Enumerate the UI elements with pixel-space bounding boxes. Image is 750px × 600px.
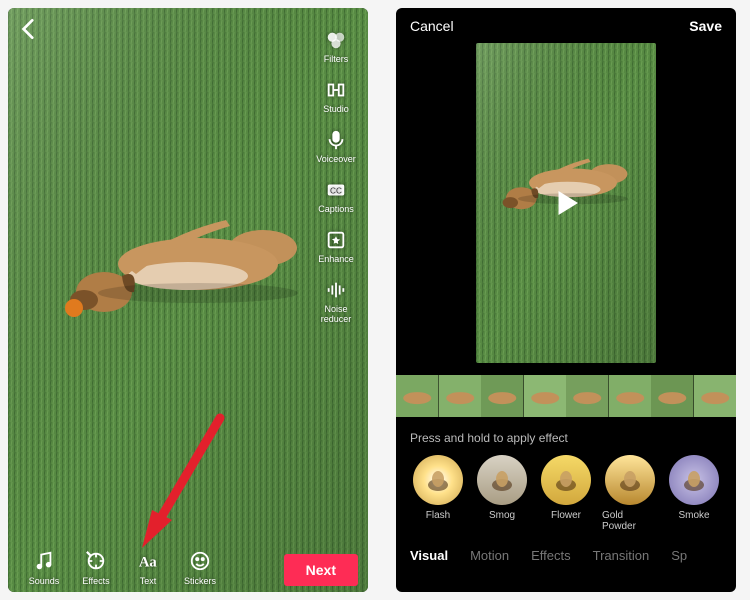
timeline-frame[interactable]: [694, 375, 737, 417]
effect-label: Gold Powder: [602, 510, 658, 532]
side-tool-label: Filters: [324, 54, 349, 64]
timeline-frame[interactable]: [524, 375, 567, 417]
effects-header: Cancel Save: [396, 8, 736, 40]
timeline-frame[interactable]: [609, 375, 652, 417]
svg-text:CC: CC: [330, 187, 342, 196]
side-tool-label: Enhance: [318, 254, 354, 264]
sounds-icon: [31, 548, 57, 574]
timeline-frame[interactable]: [481, 375, 524, 417]
video-preview-left[interactable]: Filters Studio Voiceover CC Captions Enhance N…: [8, 8, 368, 592]
chevron-left-icon: [16, 16, 42, 42]
tab-split[interactable]: Sp: [671, 548, 687, 563]
filters-icon: [324, 28, 348, 52]
noise-reducer-icon: [324, 278, 348, 302]
effect-thumb: [541, 455, 591, 505]
effects-button[interactable]: Effects: [70, 548, 122, 586]
save-button[interactable]: Save: [689, 18, 722, 34]
effect-label: Flower: [551, 510, 581, 521]
text-button[interactable]: Aa Text: [122, 548, 174, 586]
effect-thumb: [605, 455, 655, 505]
video-editor-screen: Filters Studio Voiceover CC Captions Enhance N…: [8, 8, 368, 592]
voiceover-button[interactable]: Voiceover: [312, 128, 360, 164]
effect-thumb: [669, 455, 719, 505]
play-button[interactable]: [476, 43, 656, 363]
annotation-arrow: [142, 408, 232, 558]
effect-gold-powder[interactable]: Gold Powder: [602, 455, 658, 532]
noise-reducer-button[interactable]: Noise reducer: [312, 278, 360, 324]
enhance-button[interactable]: Enhance: [312, 228, 360, 264]
bottom-tool-label: Stickers: [184, 576, 216, 586]
bottom-toolbar: Sounds Effects Aa Text Stickers Next: [8, 540, 368, 592]
effect-label: Smog: [489, 510, 515, 521]
video-timeline[interactable]: [396, 375, 736, 417]
cancel-button[interactable]: Cancel: [410, 18, 454, 34]
sounds-button[interactable]: Sounds: [18, 548, 70, 586]
voiceover-icon: [324, 128, 348, 152]
next-button[interactable]: Next: [284, 554, 358, 586]
bottom-tool-label: Sounds: [29, 576, 60, 586]
effect-label: Smoke: [678, 510, 709, 521]
tab-transition[interactable]: Transition: [593, 548, 650, 563]
video-preview-right[interactable]: [396, 40, 736, 365]
enhance-icon: [324, 228, 348, 252]
side-tool-label: Noise reducer: [312, 304, 360, 324]
effects-icon: [83, 548, 109, 574]
captions-button[interactable]: CC Captions: [312, 178, 360, 214]
effect-flower[interactable]: Flower: [538, 455, 594, 532]
stickers-button[interactable]: Stickers: [174, 548, 226, 586]
captions-icon: CC: [324, 178, 348, 202]
effect-smoke[interactable]: Smoke: [666, 455, 722, 532]
back-button[interactable]: [16, 16, 42, 42]
tab-motion[interactable]: Motion: [470, 548, 509, 563]
effects-row: Flash Smog Flower Gold Powder Smoke: [396, 455, 736, 540]
timeline-frame[interactable]: [566, 375, 609, 417]
bottom-tool-label: Text: [140, 576, 157, 586]
side-tool-label: Voiceover: [316, 154, 356, 164]
tab-visual[interactable]: Visual: [410, 548, 448, 563]
tab-effects[interactable]: Effects: [531, 548, 571, 563]
side-toolbar: Filters Studio Voiceover CC Captions Enhance N…: [312, 28, 360, 324]
effect-smog[interactable]: Smog: [474, 455, 530, 532]
filters-button[interactable]: Filters: [312, 28, 360, 64]
svg-text:Aa: Aa: [139, 555, 158, 571]
effects-tabs: Visual Motion Effects Transition Sp: [396, 540, 736, 573]
effects-hint: Press and hold to apply effect: [396, 417, 736, 455]
side-tool-label: Captions: [318, 204, 354, 214]
text-icon: Aa: [135, 548, 161, 574]
timeline-frame[interactable]: [439, 375, 482, 417]
studio-button[interactable]: Studio: [312, 78, 360, 114]
effect-thumb: [477, 455, 527, 505]
effects-editor-screen: Cancel Save: [396, 8, 736, 592]
side-tool-label: Studio: [323, 104, 349, 114]
bottom-tool-label: Effects: [82, 576, 109, 586]
effect-label: Flash: [426, 510, 450, 521]
play-icon: [548, 185, 584, 221]
stickers-icon: [187, 548, 213, 574]
timeline-frame[interactable]: [651, 375, 694, 417]
timeline-frame[interactable]: [396, 375, 439, 417]
effect-thumb: [413, 455, 463, 505]
effect-flash[interactable]: Flash: [410, 455, 466, 532]
studio-icon: [324, 78, 348, 102]
